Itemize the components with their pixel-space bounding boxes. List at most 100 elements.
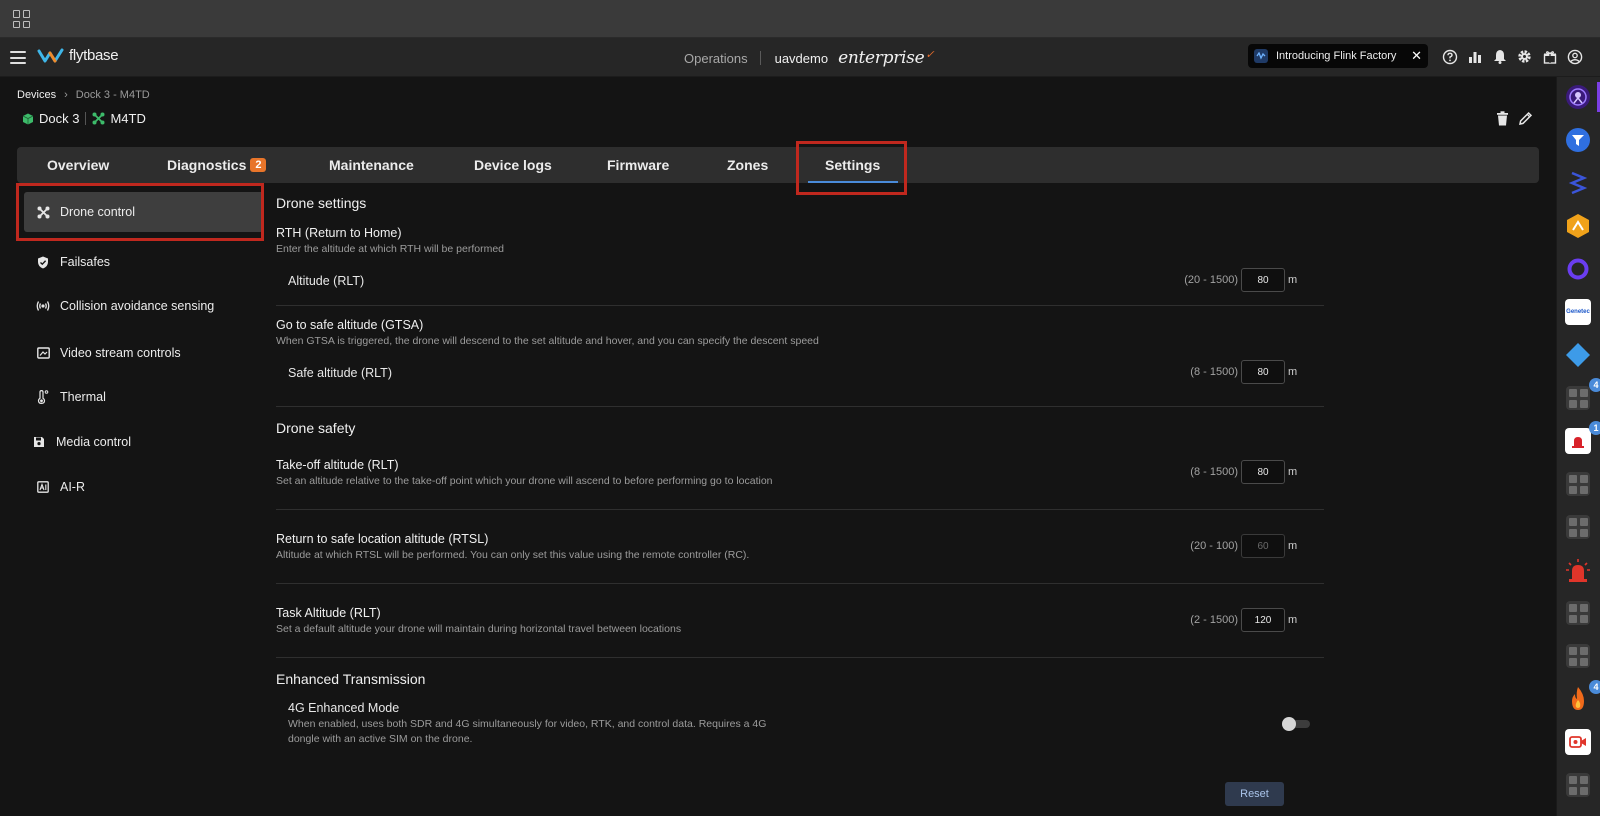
takeoff-range: (8 - 1500) (1190, 466, 1238, 478)
sidebar-item-ai-r[interactable]: AI-R (24, 467, 264, 507)
operations-link[interactable]: Operations (684, 51, 748, 66)
media-icon (32, 435, 46, 449)
tab-label: Settings (825, 157, 881, 173)
flytbase-logo-icon (37, 48, 64, 62)
divider (276, 509, 1324, 510)
bell-icon[interactable] (1490, 47, 1509, 66)
brand-logo[interactable]: flytbase (37, 47, 119, 64)
rtsl-altitude-input: 60 (1241, 534, 1285, 558)
task-description: Set a default altitude your drone will m… (276, 623, 682, 635)
sidebar-item-label: Failsafes (60, 255, 111, 269)
task-altitude-input[interactable]: 120 (1241, 608, 1285, 632)
diagnostics-badge: 2 (250, 158, 267, 172)
shield-icon (36, 255, 50, 269)
thermometer-icon (36, 390, 50, 404)
breadcrumb: Devices › Dock 3 - M4TD (17, 89, 150, 101)
stack-app-icon[interactable] (1565, 170, 1591, 196)
sidebar-item-label: Media control (56, 435, 132, 449)
org-name[interactable]: uavdemo (775, 51, 828, 66)
ring-app-icon[interactable] (1565, 256, 1591, 282)
tab-maintenance[interactable]: Maintenance (329, 147, 414, 183)
header-actions (1440, 47, 1584, 66)
placeholder-app-icon[interactable] (1565, 385, 1591, 411)
rth-altitude-input[interactable]: 80 (1241, 268, 1285, 292)
reset-button[interactable]: Reset (1225, 782, 1284, 806)
analytics-icon[interactable] (1465, 47, 1484, 66)
app-header: flytbase Operations uavdemo enterprise✓ … (0, 38, 1600, 77)
alarm-app-icon[interactable] (1565, 428, 1591, 454)
sidebar-item-label: Video stream controls (60, 346, 181, 360)
hexagon-app-icon[interactable] (1565, 213, 1591, 239)
device-divider (85, 112, 87, 125)
drone-name: M4TD (110, 111, 146, 126)
sidebar-item-media-control[interactable]: Media control (20, 422, 260, 462)
rth-unit: m (1288, 274, 1298, 286)
dock-icon (22, 113, 34, 124)
globe-app-icon[interactable] (1565, 84, 1591, 110)
tab-label: Device logs (474, 157, 552, 173)
header-divider (759, 51, 761, 65)
gtsa-altitude-label: Safe altitude (RLT) (288, 366, 392, 380)
sidebar-item-video-stream[interactable]: Video stream controls (24, 333, 264, 373)
ai-icon (36, 480, 50, 494)
tab-zones[interactable]: Zones (727, 147, 768, 183)
gtsa-title: Go to safe altitude (GTSA) (276, 318, 424, 332)
announcement-banner[interactable]: Introducing Flink Factory ✕ (1248, 44, 1428, 68)
takeoff-altitude-input[interactable]: 80 (1241, 460, 1285, 484)
sidebar-item-label: Drone control (60, 205, 136, 219)
placeholder-app-icon[interactable] (1565, 643, 1591, 669)
apps-grid-icon[interactable] (13, 10, 31, 28)
tab-label: Diagnostics (167, 157, 247, 173)
active-tab-indicator (808, 181, 898, 183)
sidebar-item-thermal[interactable]: Thermal (24, 377, 264, 417)
menu-icon[interactable] (10, 51, 26, 64)
gear-icon[interactable] (1515, 47, 1534, 66)
rtsl-range: (20 - 100) (1190, 540, 1238, 552)
tab-device-logs[interactable]: Device logs (474, 147, 552, 183)
genetec-app-icon[interactable]: Genetec (1565, 299, 1591, 325)
close-icon[interactable]: ✕ (1411, 48, 1422, 64)
camera-app-icon[interactable] (1565, 729, 1591, 755)
sidebar-item-failsafes[interactable]: Failsafes (24, 242, 264, 282)
siren-app-icon[interactable] (1565, 557, 1591, 583)
announcement-text: Introducing Flink Factory (1276, 50, 1397, 62)
tab-firmware[interactable]: Firmware (607, 147, 669, 183)
drone-icon (36, 205, 50, 219)
divider (276, 583, 1324, 584)
gift-icon[interactable] (1540, 47, 1559, 66)
tab-settings[interactable]: Settings (825, 147, 880, 183)
section-drone-safety: Drone safety (276, 420, 356, 436)
trash-icon[interactable] (1496, 111, 1509, 126)
tab-overview[interactable]: Overview (47, 147, 109, 183)
placeholder-app-icon[interactable] (1565, 600, 1591, 626)
tab-label: Firmware (607, 157, 670, 173)
tab-bar: Overview Diagnostics 2 Maintenance Device… (17, 147, 1539, 183)
fire-app-icon[interactable] (1565, 686, 1591, 712)
gtsa-altitude-input[interactable]: 80 (1241, 360, 1285, 384)
device-identity: Dock 3 M4TD (22, 111, 146, 126)
profile-icon[interactable] (1565, 47, 1584, 66)
section-enhanced-transmission: Enhanced Transmission (276, 671, 426, 687)
help-icon[interactable] (1440, 47, 1459, 66)
enhanced-mode-toggle[interactable] (1282, 717, 1310, 731)
sidebar-item-collision-avoidance[interactable]: Collision avoidance sensing (24, 286, 264, 326)
tab-label: Overview (47, 157, 110, 173)
placeholder-app-icon[interactable] (1565, 471, 1591, 497)
breadcrumb-devices[interactable]: Devices (17, 89, 56, 101)
sidebar-item-drone-control[interactable]: Drone control (24, 192, 264, 232)
rth-description: Enter the altitude at which RTH will be … (276, 243, 504, 255)
toggle-knob (1282, 717, 1296, 731)
placeholder-app-icon[interactable] (1565, 772, 1591, 798)
navigation-app-icon[interactable] (1565, 127, 1591, 153)
top-bar (0, 0, 1600, 38)
diamond-app-icon[interactable] (1565, 342, 1591, 368)
edit-icon[interactable] (1518, 111, 1533, 126)
app-badge: 1 (1589, 421, 1600, 435)
rth-title: RTH (Return to Home) (276, 226, 402, 240)
header-context: Operations uavdemo enterprise✓ (684, 48, 935, 68)
enhanced-mode-description: When enabled, uses both SDR and 4G simul… (288, 718, 767, 730)
tab-diagnostics[interactable]: Diagnostics 2 (167, 147, 267, 183)
genetec-label: Genetec (1565, 299, 1591, 325)
task-unit: m (1288, 614, 1298, 626)
placeholder-app-icon[interactable] (1565, 514, 1591, 540)
